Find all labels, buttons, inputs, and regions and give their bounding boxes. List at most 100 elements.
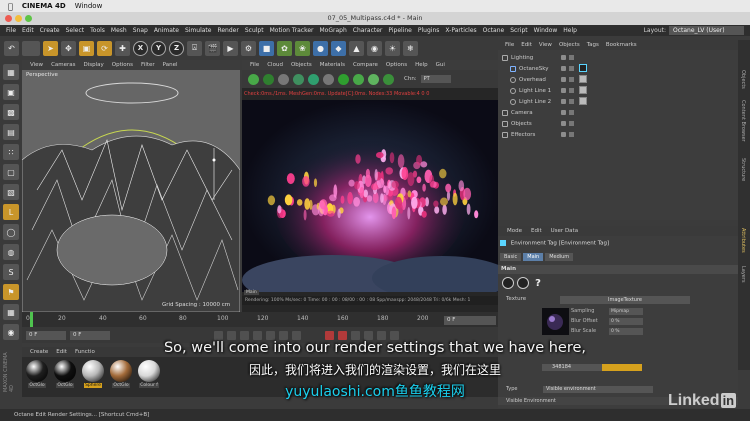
make-editable-icon[interactable]: ▦	[3, 64, 19, 80]
grid-icon[interactable]: ▦	[3, 304, 19, 320]
x-axis-button[interactable]: X	[133, 40, 148, 56]
tab-main[interactable]: Main	[523, 253, 544, 261]
symmetry-icon[interactable]: S	[3, 264, 19, 280]
tweak-icon[interactable]: ◯	[3, 224, 19, 240]
position-key-icon[interactable]	[364, 330, 373, 340]
subdivision-icon[interactable]: ✿	[277, 40, 292, 56]
attr-menu-mode[interactable]: Mode	[507, 228, 522, 234]
sampling-dropdown[interactable]: Mipmap	[609, 308, 643, 315]
close-window-button[interactable]	[5, 15, 12, 22]
viewport-menu-panel[interactable]: Panel	[163, 62, 178, 68]
octane-menu-cloud[interactable]: Cloud	[267, 62, 283, 68]
object-menu-edit[interactable]: Edit	[521, 42, 532, 48]
material-picker-icon[interactable]	[338, 73, 349, 85]
object-menu-bookmarks[interactable]: Bookmarks	[606, 42, 637, 48]
image-texture-button[interactable]: ImageTexture	[560, 296, 690, 304]
scale-icon[interactable]: ▣	[79, 40, 94, 56]
tab-structure[interactable]: Structure	[740, 158, 746, 181]
cube-icon[interactable]: ■	[259, 40, 274, 56]
render-toggle[interactable]	[569, 99, 574, 104]
object-row[interactable]: Overhead	[498, 74, 738, 85]
visibility-toggle[interactable]	[561, 55, 566, 60]
menu-file[interactable]: File	[6, 27, 16, 34]
go-to-start-icon[interactable]	[214, 330, 223, 340]
layout-dropdown[interactable]: Octane_LV (User)	[669, 26, 744, 35]
workplane-icon[interactable]: ▤	[3, 124, 19, 140]
render-view-icon[interactable]: 🎬	[205, 40, 220, 56]
object-row[interactable]: Light Line 2	[498, 96, 738, 107]
octane-menu-objects[interactable]: Objects	[291, 62, 312, 68]
go-to-end-icon[interactable]	[292, 330, 301, 340]
y-axis-button[interactable]: Y	[151, 40, 166, 56]
menu-sculpt[interactable]: Sculpt	[245, 27, 264, 34]
environment-tag-icon[interactable]	[579, 64, 587, 72]
render-toggle[interactable]	[569, 55, 574, 60]
pause-render-icon[interactable]	[278, 73, 289, 85]
object-row[interactable]: Light Line 1	[498, 85, 738, 96]
deformer-icon[interactable]: ◆	[331, 40, 346, 56]
menu-animate[interactable]: Animate	[154, 27, 179, 34]
texture-thumbnail[interactable]	[542, 308, 569, 335]
render-toggle[interactable]	[569, 110, 574, 115]
snap-icon[interactable]: ◍	[3, 244, 19, 260]
object-row[interactable]: Effectors	[498, 129, 738, 140]
light-icon[interactable]: ☀	[385, 40, 400, 56]
viewport-menu-options[interactable]: Options	[112, 62, 133, 68]
render-toggle[interactable]	[569, 132, 574, 137]
autokey-icon[interactable]	[338, 330, 347, 340]
nurbs-icon[interactable]: ●	[313, 40, 328, 56]
window-menu[interactable]: Window	[75, 2, 103, 10]
model-mode-icon[interactable]: ▣	[3, 84, 19, 100]
visibility-toggle[interactable]	[561, 99, 566, 104]
object-row[interactable]: Camera	[498, 107, 738, 118]
render-picture-viewer-icon[interactable]: ▶	[223, 40, 238, 56]
blur-offset-field[interactable]: 0 %	[609, 318, 643, 325]
perspective-viewport[interactable]	[11, 60, 253, 313]
object-row[interactable]: OctaneSky	[498, 63, 738, 74]
undo-icon[interactable]: ↶	[4, 40, 19, 56]
timeline-ruler[interactable]: 0 20 40 60 80 100 120 140 160 180 200	[22, 312, 498, 327]
render-toggle[interactable]	[569, 66, 574, 71]
menu-mograph[interactable]: MoGraph	[320, 27, 347, 34]
attr-menu-edit[interactable]: Edit	[531, 228, 542, 234]
object-picker-icon[interactable]	[353, 73, 364, 85]
tab-medium[interactable]: Medium	[545, 253, 574, 261]
white-balance-icon[interactable]	[368, 73, 379, 85]
zoom-window-button[interactable]	[25, 15, 32, 22]
visibility-toggle[interactable]	[561, 132, 566, 137]
edges-mode-icon[interactable]: ▢	[3, 164, 19, 180]
visibility-toggle[interactable]	[561, 88, 566, 93]
move-icon[interactable]: ✥	[61, 40, 76, 56]
previous-frame-icon[interactable]	[240, 330, 249, 340]
record-icon[interactable]	[325, 330, 334, 340]
menu-edit[interactable]: Edit	[22, 27, 34, 34]
octane-menu-compare[interactable]: Compare	[353, 62, 378, 68]
next-frame-icon[interactable]	[266, 330, 275, 340]
viewport-menu-display[interactable]: Display	[84, 62, 104, 68]
app-menu[interactable]: CINEMA 4D	[22, 2, 66, 10]
camera-icon[interactable]: ◉	[367, 40, 382, 56]
rotate-icon[interactable]: ⟳	[97, 40, 112, 56]
tab-content-browser[interactable]: Content Browser	[740, 100, 746, 142]
object-row[interactable]: Lighting	[498, 52, 738, 63]
light-tag-icon[interactable]	[579, 86, 587, 94]
visibility-toggle[interactable]	[561, 110, 566, 115]
unlink-node-icon[interactable]	[517, 277, 529, 289]
settings-render-icon[interactable]	[383, 73, 394, 85]
object-menu-view[interactable]: View	[539, 42, 552, 48]
tab-objects[interactable]: Objects	[740, 70, 746, 89]
visibility-toggle[interactable]	[561, 66, 566, 71]
menu-x-particles[interactable]: X-Particles	[445, 27, 476, 34]
spline-icon[interactable]: ❀	[295, 40, 310, 56]
menu-plugins[interactable]: Plugins	[418, 27, 440, 34]
end-frame-field[interactable]: 0 F	[444, 316, 496, 325]
sculpt-icon[interactable]: ◉	[3, 324, 19, 340]
menu-create[interactable]: Create	[40, 27, 60, 34]
tab-basic[interactable]: Basic	[500, 253, 522, 261]
visibility-toggle[interactable]	[561, 121, 566, 126]
viewport-menu-cameras[interactable]: Cameras	[51, 62, 75, 68]
rotation-key-icon[interactable]	[390, 330, 399, 340]
menu-render[interactable]: Render	[217, 27, 238, 34]
octane-menu-file[interactable]: File	[250, 62, 259, 68]
render-settings-icon[interactable]: ⚙	[241, 40, 256, 56]
